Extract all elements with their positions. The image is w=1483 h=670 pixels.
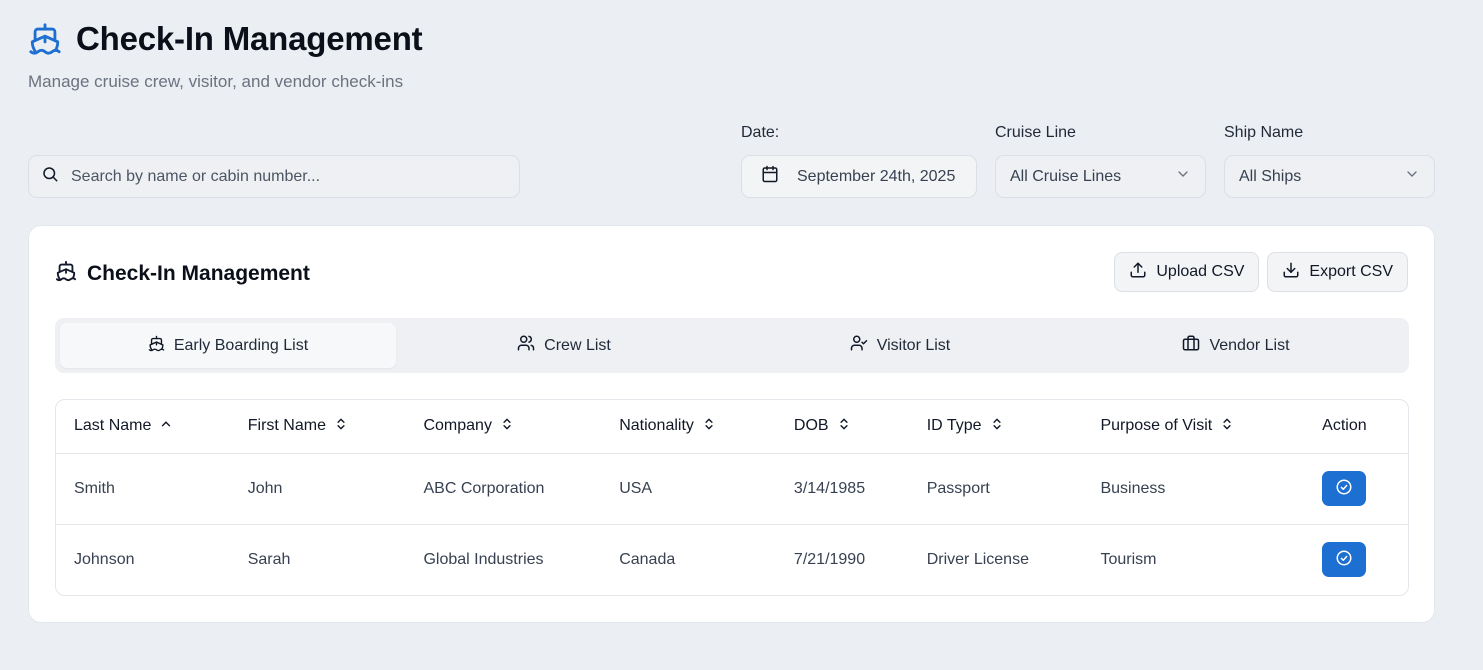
ship-icon <box>148 335 165 357</box>
ship-icon <box>55 260 77 287</box>
tab-label: Early Boarding List <box>173 336 309 354</box>
ship-name-select[interactable]: All Ships <box>1224 155 1435 198</box>
cruise-line-select[interactable]: All Cruise Lines <box>995 155 1206 198</box>
upload-csv-button[interactable]: Upload CSV <box>1114 252 1260 292</box>
tab-crew[interactable]: Crew List <box>396 323 732 368</box>
cell-nationality: Canada <box>619 550 676 568</box>
column-label: Nationality <box>619 417 694 435</box>
tab-label: Visitor List <box>876 336 951 354</box>
user-check-icon <box>850 334 868 357</box>
column-header-action: Action <box>1304 400 1408 454</box>
briefcase-icon <box>1182 334 1200 357</box>
cruise-line-label: Cruise Line <box>995 124 1076 141</box>
chevron-down-icon <box>1175 166 1191 187</box>
chevron-down-icon <box>1404 166 1420 187</box>
date-label: Date: <box>741 124 780 141</box>
download-icon <box>1282 261 1300 284</box>
sort-icon <box>837 416 851 437</box>
search-input[interactable] <box>71 167 491 186</box>
tab-label: Crew List <box>544 336 611 354</box>
cell-last-name: Smith <box>56 453 230 525</box>
cell-last-name: Johnson <box>74 550 135 568</box>
sort-icon <box>990 416 1004 437</box>
sort-icon <box>334 416 348 437</box>
column-label: DOB <box>793 417 829 435</box>
ship-name-label: Ship Name <box>1224 124 1304 141</box>
ship-icon <box>28 22 62 56</box>
cell-nationality: USA <box>601 453 776 525</box>
cell-first-name: Sarah <box>247 550 291 568</box>
column-label: Purpose of Visit <box>1100 417 1213 435</box>
page-subtitle: Manage cruise crew, visitor, and vendor … <box>28 72 404 91</box>
cell-id-type: Driver License <box>926 550 1029 568</box>
ship-name-value: All Ships <box>1239 167 1302 185</box>
column-label: Company <box>423 417 492 435</box>
tab-early-boarding[interactable]: Early Boarding List <box>60 323 396 368</box>
column-header-purpose[interactable]: Purpose of Visit <box>1082 400 1305 454</box>
upload-icon <box>1129 261 1147 284</box>
cell-purpose: Business <box>1082 453 1305 525</box>
chevron-up-icon <box>159 417 173 436</box>
table-header-row: Last Name First Name Company Nationality… <box>56 400 1408 454</box>
column-header-dob[interactable]: DOB <box>775 400 909 454</box>
column-header-first-name[interactable]: First Name <box>229 400 406 454</box>
cruise-line-value: All Cruise Lines <box>1010 167 1122 185</box>
table-row: Smith John ABC Corporation USA 3/14/1985… <box>56 453 1408 525</box>
check-in-button[interactable] <box>1322 542 1367 578</box>
column-label: First Name <box>247 417 326 435</box>
tab-visitor[interactable]: Visitor List <box>732 323 1068 368</box>
column-header-company[interactable]: Company <box>405 400 602 454</box>
table-row: Johnson Sarah Global Industries Canada 7… <box>56 524 1408 595</box>
upload-csv-label: Upload CSV <box>1156 263 1245 280</box>
tab-bar: Early Boarding List Crew List Visitor Li… <box>55 318 1409 373</box>
check-circle-icon <box>1335 478 1353 499</box>
cell-purpose: Tourism <box>1100 550 1157 568</box>
search-icon <box>41 165 59 188</box>
column-header-id-type[interactable]: ID Type <box>908 400 1083 454</box>
column-label: ID Type <box>926 417 982 435</box>
cell-company: Global Industries <box>423 550 544 568</box>
export-csv-button[interactable]: Export CSV <box>1267 252 1408 292</box>
card-title: Check-In Management <box>87 261 310 285</box>
cell-company: ABC Corporation <box>405 453 602 525</box>
column-label: Last Name <box>74 417 152 435</box>
cell-id-type: Passport <box>908 453 1083 525</box>
check-circle-icon <box>1335 549 1353 570</box>
tab-label: Vendor List <box>1209 336 1290 354</box>
column-header-nationality[interactable]: Nationality <box>601 400 776 454</box>
tab-vendor[interactable]: Vendor List <box>1068 323 1404 368</box>
cell-dob: 3/14/1985 <box>775 453 909 525</box>
page-header: Check-In Management Manage cruise crew, … <box>28 20 423 92</box>
export-csv-label: Export CSV <box>1309 263 1393 280</box>
cell-first-name: John <box>229 453 406 525</box>
calendar-icon <box>761 165 779 188</box>
cell-action <box>1304 524 1408 595</box>
sort-icon <box>500 416 514 437</box>
date-picker[interactable]: September 24th, 2025 <box>741 155 977 198</box>
cell-action <box>1304 453 1408 525</box>
date-value: September 24th, 2025 <box>797 167 956 185</box>
column-header-last-name[interactable]: Last Name <box>56 400 230 454</box>
search-box[interactable] <box>28 155 520 198</box>
check-in-table: Last Name First Name Company Nationality… <box>55 399 1409 596</box>
check-in-card: Check-In Management Upload CSV Export CS… <box>28 225 1435 623</box>
cell-dob: 7/21/1990 <box>793 550 866 568</box>
sort-icon <box>1220 416 1234 437</box>
check-in-button[interactable] <box>1322 471 1367 506</box>
page-title: Check-In Management <box>76 20 423 57</box>
sort-icon <box>702 416 716 437</box>
users-icon <box>517 334 535 357</box>
